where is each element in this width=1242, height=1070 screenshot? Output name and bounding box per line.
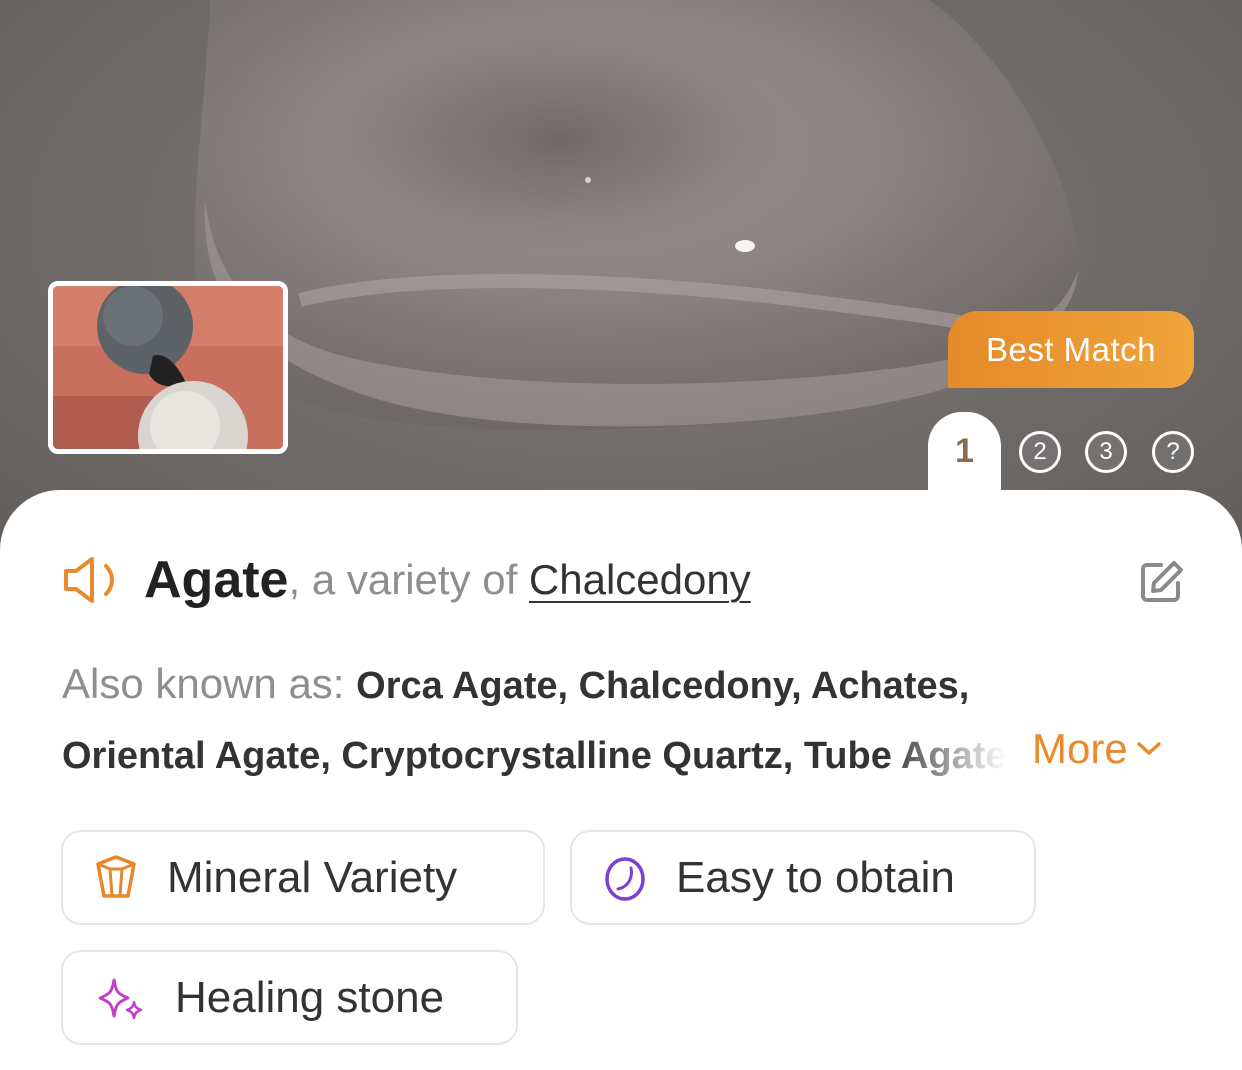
more-button[interactable]: More: [1030, 725, 1162, 773]
chip-label: Easy to obtain: [676, 852, 955, 902]
parent-mineral-link[interactable]: Chalcedony: [529, 556, 751, 604]
chip-label: Mineral Variety: [167, 852, 458, 902]
result-tab-3[interactable]: 3: [1085, 431, 1127, 473]
chip-label: Healing stone: [175, 972, 445, 1022]
best-match-badge: Best Match: [948, 311, 1194, 388]
aka-names-line2: Oriental Agate, Cryptocrystalline Quartz…: [62, 735, 804, 777]
gem-outline-icon: [605, 856, 645, 901]
result-tab-2[interactable]: 2: [1019, 431, 1061, 473]
chip-easy-to-obtain[interactable]: Easy to obtain: [570, 830, 1036, 925]
result-help-tab[interactable]: ?: [1152, 431, 1194, 473]
speaker-icon[interactable]: [62, 554, 126, 606]
user-photo-image: [53, 286, 283, 449]
more-label: More: [1032, 725, 1128, 772]
sparkle-icon: [98, 978, 143, 1019]
aka-names-faded: Tube Agate: [803, 735, 1007, 777]
user-photo-thumbnail[interactable]: [48, 281, 288, 454]
aka-names-line1: Orca Agate, Chalcedony, Achates,: [356, 665, 970, 707]
result-title: Agate , a variety of Chalcedony: [62, 540, 751, 620]
aka-label: Also known as:: [62, 660, 357, 707]
chip-healing-stone[interactable]: Healing stone: [61, 950, 518, 1045]
stone-name: Agate: [144, 551, 289, 609]
variety-connector: , a variety of: [288, 556, 529, 603]
specimen-stone-image: [194, 0, 1081, 431]
edit-icon[interactable]: [1137, 558, 1185, 606]
chip-mineral-variety[interactable]: Mineral Variety: [61, 830, 545, 925]
specimen-photo[interactable]: Best Match 1 2 3 ?: [0, 0, 1242, 560]
chevron-down-icon: [1136, 742, 1161, 755]
crystal-icon: [96, 854, 136, 898]
also-known-as: Also known as: Orca Agate, Chalcedony, A…: [62, 652, 1192, 796]
